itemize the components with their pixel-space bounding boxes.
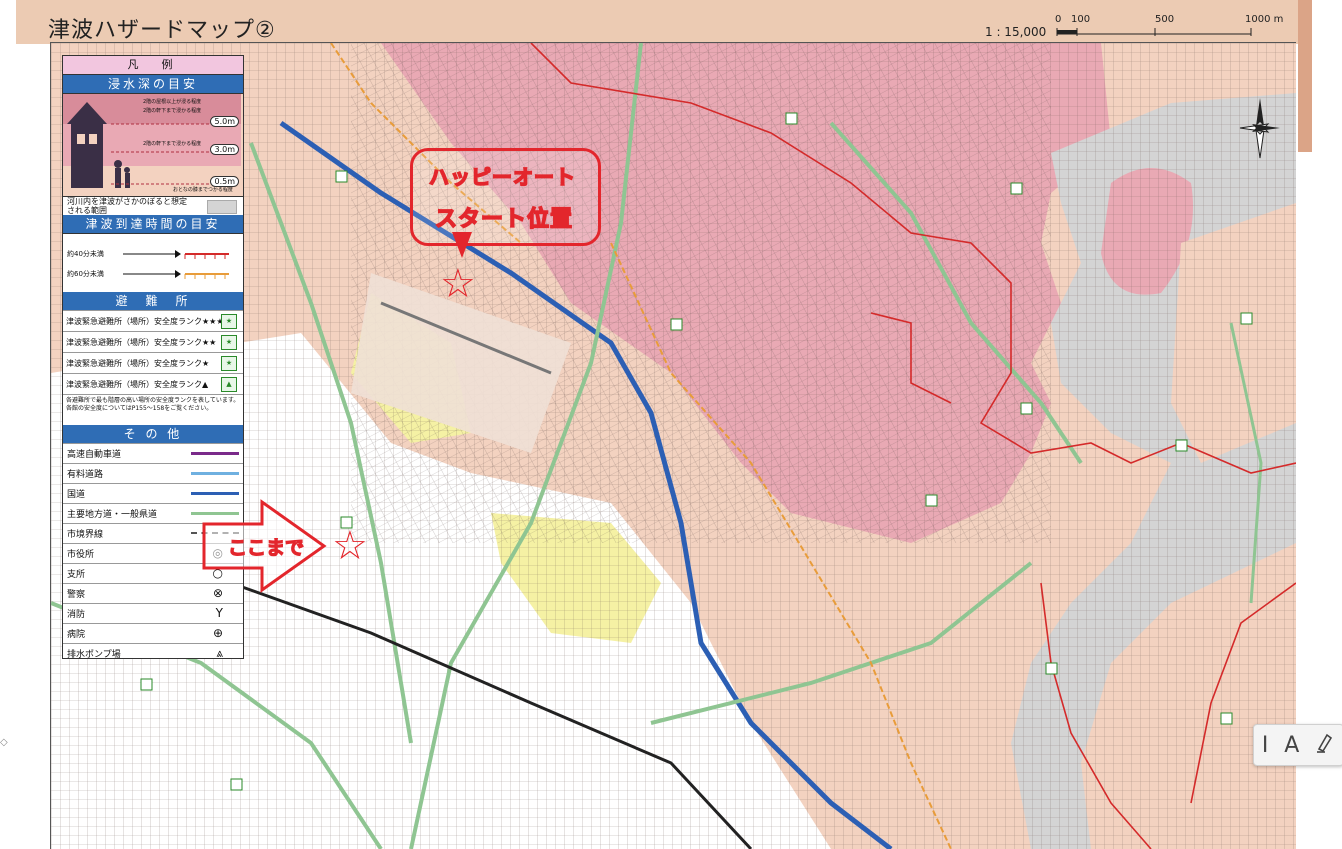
side-marker: ◇ [0,737,8,748]
legend-section-other: そ の 他 [63,425,243,443]
arrival-arrow-icon [123,270,229,279]
legend-other-item: 有料道路 [63,463,243,483]
callout-line: スタート位置 [434,206,574,233]
fire-station-icon: Y [215,606,223,620]
legend-section-depth: 浸水深の目安 [63,75,243,93]
legend-section-arrival: 津波到達時間の目安 [63,215,243,233]
north-arrow-icon [1238,96,1282,164]
legend-heading: 凡 例 [63,56,243,75]
depth-note: 2階の軒下まで浸かる程度 [143,108,202,114]
hospital-icon: ⊕ [212,626,223,640]
shelter-item: 津波緊急避難所（場所）安全度ランク★★★ ★ [63,310,243,331]
text-cursor-icon[interactable]: I [1262,733,1269,758]
scale-bar: 0 100 500 1000 m [1055,14,1285,40]
callout-pointer [452,232,472,258]
shelter-item: 津波緊急避難所（場所）安全度ランク★ ★ [63,352,243,373]
depth-level-tag: 5.0m [210,116,239,127]
arrival-item: 約40分未満 [63,246,239,262]
expressway-swatch [191,452,239,455]
legend-other-item: 消防 Y [63,603,243,623]
legend-other-item: 高速自動車道 [63,443,243,463]
start-star-icon: ☆ [440,261,476,307]
page-title: 津波ハザードマップ② [48,18,276,43]
depth-note: 2階の軒下まで浸かる程度 [143,141,202,147]
destination-label: ここまで [227,536,305,559]
shelter-badge-icon: ★ [221,314,237,329]
text-tool-button[interactable]: A [1284,733,1299,758]
national-road-swatch [191,492,239,495]
shelter-badge-icon: ★ [221,356,237,371]
shelter-badge-icon: ★ [221,335,237,350]
start-position-callout: ハッピーオート スタート位置 [410,148,601,246]
arrival-arrow-icon [123,250,229,259]
depth-note: 2階の屋根以上が浸る程度 [143,99,202,105]
scale-bar-graphic [1056,28,1252,36]
depth-level-tag: 3.0m [210,144,239,155]
toll-road-swatch [191,472,239,475]
scale-ratio: 1 : 15,000 [985,25,1047,39]
drainage-pump-icon: ⩓ [216,646,223,660]
depth-note: おとなの膝までつかる程度 [173,187,233,193]
shelter-item: 津波緊急避難所（場所）安全度ランク★★ ★ [63,331,243,352]
shelter-badge-icon: ▲ [221,377,237,392]
legend-section-shelters: 避 難 所 [63,292,243,310]
arrival-item: 約60分未満 [63,266,239,282]
depth-level-tag: 0.5m [210,176,239,187]
legend-other-item: 病院 ⊕ [63,623,243,643]
destination-star-icon: ☆ [332,523,368,569]
river-note-text: 河川内を津波がさかのぼると想定される範囲 [67,197,187,215]
page-edge-stripe [1298,0,1312,152]
arrival-legend: 約40分未満 約60分未満 [63,233,243,292]
shelter-note: 各避難所で最も階層の高い場所の安全度ランクを表しています。各館の安全度については… [63,394,243,425]
legend-river-note: 河川内を津波がさかのぼると想定される範囲 [63,196,243,215]
callout-line: ハッピーオート [428,164,576,190]
river-swatch [207,200,237,214]
depth-illustration: 2階の屋根以上が浸る程度 2階の軒下まで浸かる程度 2階の軒下まで浸かる程度 お… [63,93,243,196]
text-tools-toolbar[interactable]: I A [1253,724,1342,766]
legend-other-item: 排水ポンプ場 ⩓ [63,643,243,663]
highlighter-icon[interactable] [1315,731,1335,759]
shelter-item: 津波緊急避難所（場所）安全度ランク▲ ▲ [63,373,243,394]
